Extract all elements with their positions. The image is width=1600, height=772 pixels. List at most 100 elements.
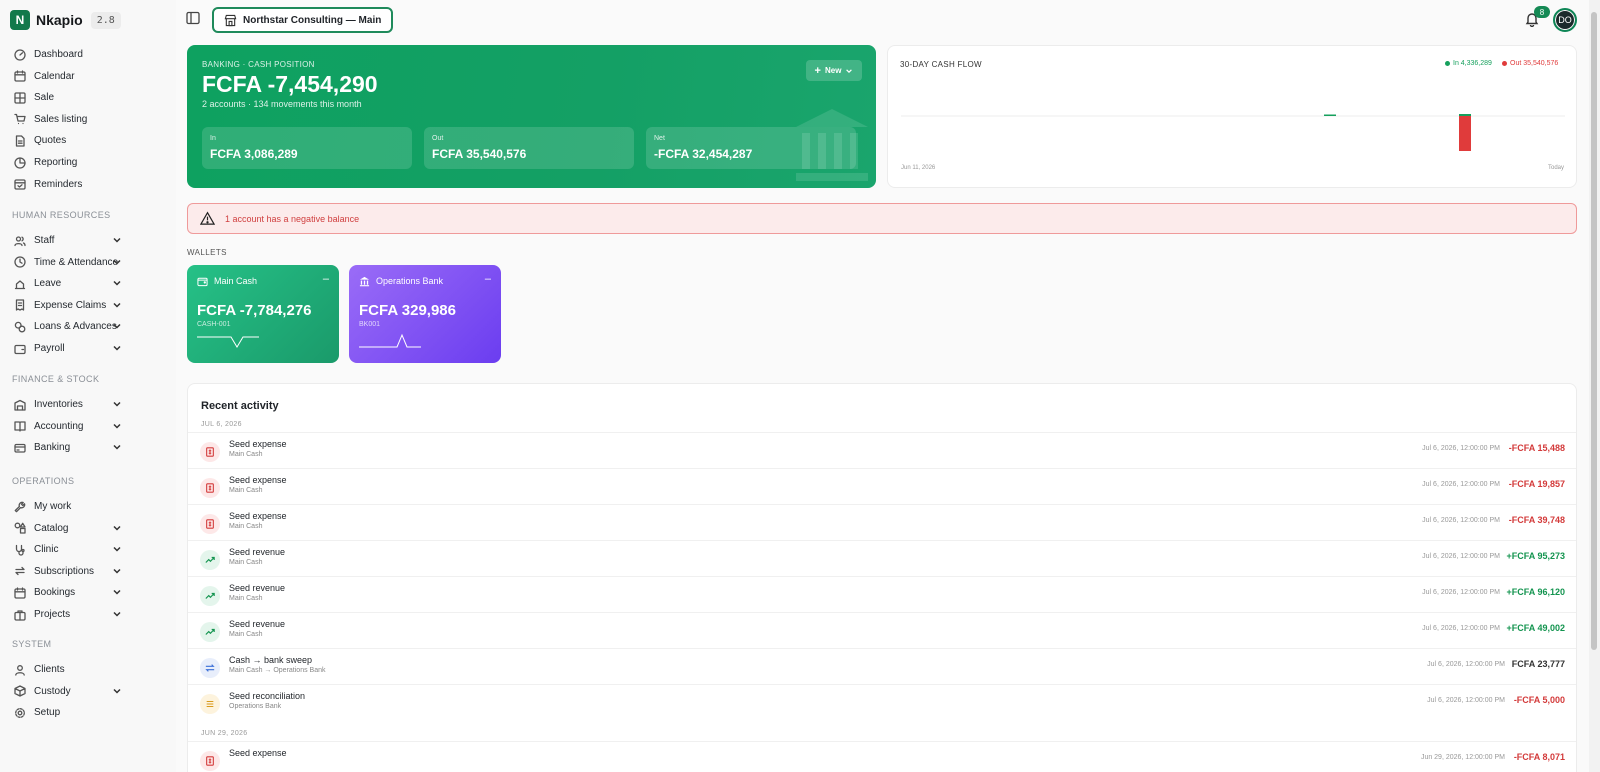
sidebar-item-projects[interactable]: Projects (0, 604, 176, 625)
sidebar-item-leave[interactable]: Leave (0, 273, 176, 294)
activity-amount: -FCFA 39,748 (1508, 515, 1565, 525)
wallet-name: Operations Bank (376, 276, 444, 286)
recent-activity-title: Recent activity (201, 400, 279, 412)
sidebar-item-my-work[interactable]: My work (0, 496, 176, 517)
chevron-down-icon (113, 611, 121, 617)
chevron-down-icon (113, 590, 121, 595)
sidebar-item-bookings[interactable]: Bookings (0, 582, 176, 603)
notification-badge: 8 (1534, 6, 1550, 18)
sidebar-item-setup[interactable]: Setup (0, 702, 176, 723)
book-icon (14, 420, 26, 432)
sidebar-item-label: Accounting (34, 420, 84, 432)
sidebar-item-dashboard[interactable]: Dashboard (0, 44, 176, 65)
bank-card-icon (14, 442, 26, 454)
wallet-card-operations-bank[interactable]: Operations Bank – FCFA 329,986 BK001 (349, 265, 501, 363)
in-tile: In FCFA 3,086,289 (202, 127, 412, 169)
chevron-down-icon (113, 401, 121, 407)
sidebar-toggle-icon[interactable] (186, 11, 200, 25)
bar-in (1459, 114, 1471, 116)
activity-row[interactable]: Seed revenue Main Cash Jul 6, 2026, 12:0… (188, 612, 1576, 648)
activity-amount: -FCFA 19,857 (1508, 479, 1565, 489)
wallet-card-main-cash[interactable]: Main Cash – FCFA -7,784,276 CASH-001 (187, 265, 339, 363)
scrollbar-thumb[interactable] (1591, 12, 1597, 650)
wallet-sparkline (197, 336, 259, 348)
user-icon (15, 664, 25, 676)
app-logo: N (10, 10, 30, 30)
alert-text: 1 account has a negative balance (225, 213, 360, 224)
sidebar-item-catalog[interactable]: Catalog (0, 518, 176, 539)
sidebar-item-sales-listing[interactable]: Sales listing (0, 109, 176, 130)
sidebar-item-custody[interactable]: Custody (0, 681, 176, 702)
sidebar-item-label: Custody (34, 685, 71, 697)
wallet-icon (197, 277, 208, 287)
sidebar-item-subscriptions[interactable]: Subscriptions (0, 561, 176, 582)
sidebar-item-clients[interactable]: Clients (0, 659, 176, 680)
section-label-finance-stock: FINANCE & STOCK (12, 374, 100, 384)
sidebar-item-sale[interactable]: Sale (0, 87, 176, 108)
collapse-icon[interactable]: – (485, 273, 491, 285)
leave-icon (14, 278, 26, 290)
sidebar-item-reminders[interactable]: Reminders (0, 174, 176, 195)
sidebar-item-inventories[interactable]: Inventories (0, 394, 176, 415)
sidebar-item-loans-advances[interactable]: Loans & Advances (0, 316, 176, 337)
chart-icon (14, 156, 26, 169)
box-icon (14, 685, 26, 697)
sidebar-item-staff[interactable]: Staff (0, 230, 176, 251)
wrench-icon (14, 501, 26, 512)
in-tile-label: In (210, 135, 216, 142)
sidebar-item-calendar[interactable]: Calendar (0, 66, 176, 87)
sidebar-item-reporting[interactable]: Reporting (0, 152, 176, 173)
activity-row[interactable]: Seed expense Main Cash Jul 6, 2026, 12:0… (188, 468, 1576, 504)
negative-balance-alert: 1 account has a negative balance (187, 203, 1577, 234)
page-scrollbar[interactable] (1589, 0, 1600, 772)
bank-icon (359, 276, 370, 287)
sidebar-item-label: Setup (34, 707, 61, 719)
clock-icon (14, 256, 26, 268)
activity-subtitle: Main Cash (229, 559, 263, 566)
out-tile-value: FCFA 35,540,576 (432, 147, 527, 161)
wallet-code: BK001 (359, 321, 381, 328)
sidebar-item-label: Reporting (34, 157, 78, 168)
activity-subtitle: Main Cash (229, 451, 263, 458)
activity-time: Jul 6, 2026, 12:00:00 PM (1422, 589, 1500, 596)
sidebar-item-payroll[interactable]: Payroll (0, 338, 176, 359)
activity-row[interactable]: Seed revenue Main Cash Jul 6, 2026, 12:0… (188, 540, 1576, 576)
book-icon (14, 421, 26, 432)
users-icon (14, 235, 26, 247)
sidebar-item-label: Time & Attendance (34, 256, 119, 268)
avatar[interactable]: DO (1553, 8, 1577, 32)
cart-icon (14, 114, 26, 125)
wallet-icon (14, 344, 26, 354)
sidebar-item-accounting[interactable]: Accounting (0, 416, 176, 437)
sidebar-item-time-attendance[interactable]: Time & Attendance (0, 252, 176, 273)
trending-up-icon (205, 592, 215, 599)
activity-amount: FCFA 23,777 (1511, 659, 1565, 669)
chevron-down-icon (113, 688, 121, 694)
collapse-icon[interactable]: – (323, 273, 329, 285)
new-button[interactable]: + New (806, 60, 862, 81)
activity-row[interactable]: Seed expense Jun 29, 2026, 12:00:00 PM -… (188, 741, 1576, 772)
activity-time: Jun 29, 2026, 12:00:00 PM (1420, 754, 1505, 761)
activity-row[interactable]: Seed reconciliation Operations Bank Jul … (188, 684, 1576, 720)
activity-row[interactable]: Seed expense Main Cash Jul 6, 2026, 12:0… (188, 432, 1576, 468)
sidebar-item-expense-claims[interactable]: Expense Claims (0, 295, 176, 316)
activity-row[interactable]: Seed revenue Main Cash Jul 6, 2026, 12:0… (188, 576, 1576, 612)
user-icon (14, 664, 26, 676)
calendar-check-icon (14, 179, 26, 190)
sidebar-item-label: Bookings (34, 587, 76, 599)
activity-row[interactable]: Seed expense Main Cash Jul 6, 2026, 12:0… (188, 504, 1576, 540)
document-icon (15, 135, 25, 147)
sidebar-item-label: Clinic (34, 544, 59, 556)
company-switcher[interactable]: Northstar Consulting — Main (212, 7, 394, 33)
brand[interactable]: N Nkapio 2.8 (0, 0, 176, 40)
sidebar-item-banking[interactable]: Banking (0, 437, 176, 458)
activity-row[interactable]: Cash → bank sweep Main Cash → Operations… (188, 648, 1576, 684)
out-tile: Out FCFA 35,540,576 (424, 127, 634, 169)
sidebar-item-label: Banking (34, 442, 71, 454)
sidebar-item-clinic[interactable]: Clinic (0, 539, 176, 560)
sidebar-item-quotes[interactable]: Quotes (0, 130, 176, 151)
list-check-icon (206, 700, 214, 708)
transfer-icon (205, 664, 215, 672)
activity-icon (200, 622, 220, 642)
sidebar-item-label: My work (34, 501, 72, 512)
